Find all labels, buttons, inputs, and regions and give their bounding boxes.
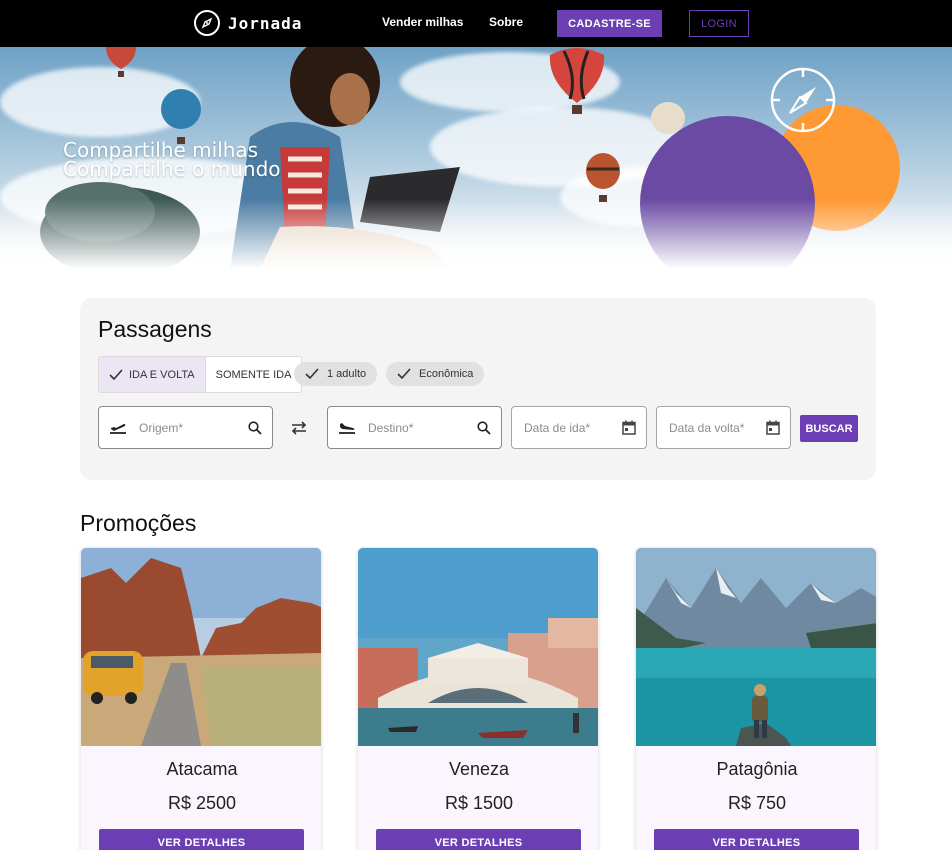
hero-banner: Compartilhe milhas Compartilhe o mundo — [0, 47, 952, 269]
signup-button[interactable]: CADASTRE-SE — [557, 10, 662, 37]
trip-option-round-trip[interactable]: IDA E VOLTA — [99, 357, 205, 392]
view-details-button[interactable]: VER DETALHES — [376, 829, 581, 850]
origin-input[interactable] — [139, 420, 248, 435]
trip-option-label: SOMENTE IDA — [215, 368, 292, 381]
promotions-title: Promoções — [80, 510, 197, 536]
destination-field[interactable] — [327, 406, 502, 449]
hero-tagline: Compartilhe milhas Compartilhe o mundo — [63, 140, 281, 181]
origin-field[interactable] — [98, 406, 273, 449]
promo-price: R$ 750 — [727, 793, 787, 813]
calendar-icon[interactable] — [766, 420, 780, 435]
compass-icon — [770, 67, 836, 133]
trip-type-toggle: IDA E VOLTA SOMENTE IDA — [98, 356, 303, 393]
promo-image-atacama — [81, 548, 321, 746]
search-title: Passagens — [98, 316, 212, 342]
compass-logo-icon — [194, 10, 220, 36]
return-date-input[interactable] — [669, 420, 766, 435]
departure-date-field[interactable] — [511, 406, 647, 449]
hot-air-balloon-icon — [549, 48, 605, 114]
passengers-chip[interactable]: 1 adulto — [294, 362, 378, 386]
promo-image-patagonia — [636, 548, 876, 746]
promo-destination-name: Atacama — [166, 759, 238, 779]
view-details-button[interactable]: VER DETALHES — [99, 829, 304, 850]
flight-takeoff-icon — [110, 423, 126, 434]
trip-option-label: IDA E VOLTA — [129, 368, 195, 381]
check-icon — [109, 368, 123, 380]
promo-destination-name: Veneza — [448, 759, 510, 779]
return-date-field[interactable] — [656, 406, 791, 449]
promo-price: R$ 1500 — [444, 793, 514, 813]
trip-option-one-way[interactable]: SOMENTE IDA — [204, 357, 302, 392]
hero-tagline-line2: Compartilhe o mundo — [63, 157, 281, 181]
promo-price: R$ 2500 — [167, 793, 237, 813]
flight-land-icon — [339, 422, 355, 434]
top-navbar: Jornada Vender milhas Sobre CADASTRE-SE … — [0, 0, 952, 47]
hot-air-balloon-icon — [586, 153, 620, 202]
hero-fade-overlay — [0, 199, 952, 269]
passengers-label: 1 adulto — [327, 368, 367, 380]
departure-date-input[interactable] — [524, 420, 622, 435]
check-icon — [305, 368, 319, 380]
login-button[interactable]: LOGIN — [689, 10, 749, 37]
promo-destination-name: Patagônia — [716, 759, 798, 779]
promo-card-veneza: Veneza R$ 1500 VER DETALHES — [357, 547, 599, 850]
calendar-icon[interactable] — [622, 420, 636, 435]
check-icon — [397, 368, 411, 380]
nav-link-sobre[interactable]: Sobre — [489, 15, 523, 29]
promo-image-veneza — [358, 548, 598, 746]
swap-icon[interactable] — [290, 420, 308, 436]
brand-logo[interactable]: Jornada — [194, 10, 302, 36]
search-icon[interactable] — [248, 420, 262, 435]
promo-card-atacama: Atacama R$ 2500 VER DETALHES — [80, 547, 322, 850]
promo-card-patagonia: Patagônia R$ 750 VER DETALHES — [635, 547, 877, 850]
view-details-button[interactable]: VER DETALHES — [654, 829, 859, 850]
search-icon[interactable] — [477, 420, 491, 435]
flight-search-card: Passagens IDA E VOLTA SOMENTE IDA 1 adul… — [80, 298, 876, 480]
brand-name: Jornada — [228, 13, 303, 33]
cabin-class-label: Econômica — [419, 368, 474, 380]
destination-input[interactable] — [368, 420, 477, 435]
nav-link-vender-milhas[interactable]: Vender milhas — [382, 15, 463, 29]
search-button[interactable]: BUSCAR — [800, 415, 858, 442]
cabin-class-chip[interactable]: Econômica — [386, 362, 485, 386]
